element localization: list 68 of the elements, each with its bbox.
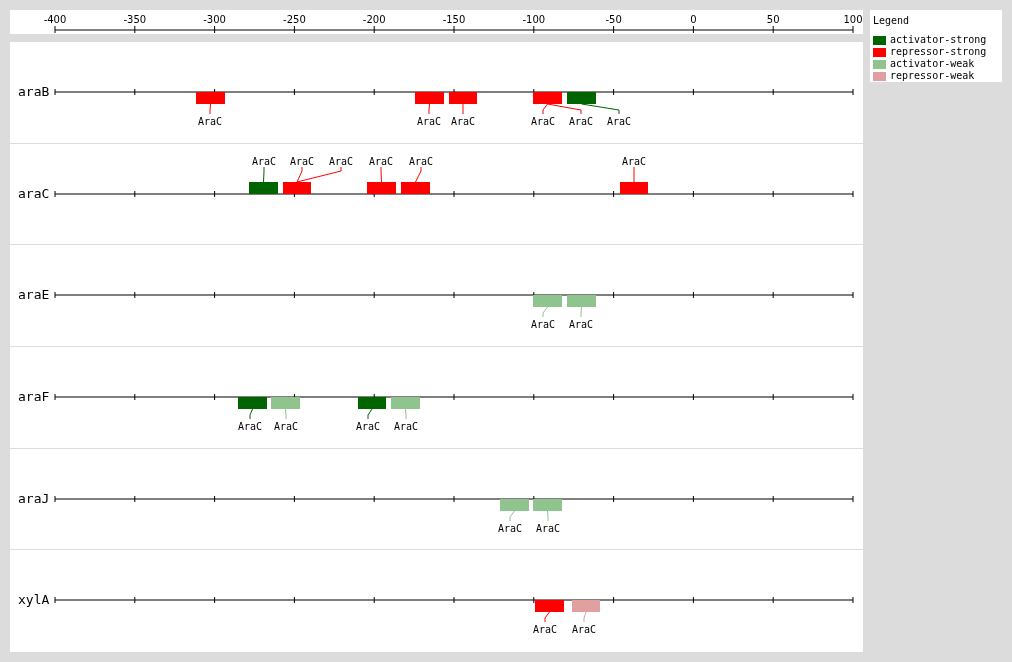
- binding-site-box[interactable]: [535, 600, 564, 613]
- gene-name: araJ: [18, 490, 50, 507]
- ruler-tick-label: 0: [690, 14, 697, 25]
- ruler-tick-label: -150: [442, 14, 466, 25]
- site-label: AraC: [530, 319, 556, 331]
- leader-line: [462, 103, 464, 115]
- site-label: AraC: [197, 116, 223, 127]
- gene-name: araC: [18, 185, 50, 202]
- ruler-tick-label: -200: [362, 14, 386, 25]
- legend-label: activator-strong: [890, 34, 987, 46]
- legend-title: Legend: [873, 14, 911, 28]
- site-label: AraC: [497, 522, 523, 534]
- ruler-tick-label: -100: [522, 14, 546, 25]
- site-label: AraC: [606, 116, 632, 127]
- ruler-tick-label: -350: [123, 14, 147, 25]
- site-label: AraC: [393, 421, 419, 432]
- leader-line: [209, 103, 211, 115]
- ruler-tick-label: 50: [766, 14, 780, 25]
- site-label: AraC: [416, 116, 442, 127]
- binding-site-box[interactable]: [401, 181, 430, 194]
- legend-label: repressor-strong: [890, 46, 987, 58]
- site-label: AraC: [289, 155, 315, 167]
- leader-line: [633, 166, 635, 183]
- site-label: AraC: [571, 624, 597, 636]
- leader-line: [509, 510, 515, 522]
- leader-line: [249, 408, 253, 420]
- ruler-tick-label: -50: [605, 14, 622, 25]
- site-label: AraC: [237, 421, 263, 432]
- gene-name: araF: [18, 389, 50, 405]
- site-label: AraC: [328, 155, 354, 167]
- leader-line: [544, 611, 550, 623]
- leader-line: [367, 408, 373, 420]
- site-label: AraC: [530, 116, 556, 127]
- binding-site-box[interactable]: [249, 181, 278, 194]
- leader-line: [580, 306, 582, 318]
- legend-label: repressor-weak: [890, 70, 975, 82]
- gene-name: xylA: [18, 592, 50, 609]
- leader-line: [405, 408, 407, 420]
- leader-line: [263, 166, 265, 183]
- site-label: AraC: [273, 421, 299, 432]
- leader-line: [428, 103, 430, 115]
- site-label: AraC: [568, 319, 594, 331]
- legend-label: activator-weak: [890, 58, 975, 70]
- leader-line: [547, 510, 549, 522]
- leader-line: [380, 166, 382, 183]
- leader-line: [415, 166, 422, 183]
- site-label: AraC: [568, 116, 594, 127]
- leader-line: [285, 408, 287, 420]
- leader-line: [581, 103, 620, 115]
- site-label: AraC: [368, 155, 394, 167]
- gene-name: araE: [18, 287, 50, 304]
- site-label: AraC: [450, 116, 476, 127]
- gene-name: araB: [18, 84, 50, 100]
- binding-site-box[interactable]: [367, 181, 396, 194]
- binding-site-box[interactable]: [283, 181, 311, 194]
- ruler-tick-label: 100: [843, 14, 863, 25]
- site-label: AraC: [251, 155, 277, 167]
- site-label: AraC: [535, 522, 561, 534]
- site-label: AraC: [355, 421, 381, 432]
- site-label: AraC: [532, 624, 558, 636]
- leader-line: [583, 611, 587, 623]
- ruler-tick-label: -300: [203, 14, 226, 25]
- leader-line: [542, 306, 548, 318]
- binding-site-box[interactable]: [620, 181, 648, 194]
- site-label: AraC: [408, 155, 434, 167]
- ruler-tick-label: -250: [283, 14, 306, 25]
- ruler-tick-label: -400: [43, 14, 67, 25]
- site-label: AraC: [621, 155, 647, 167]
